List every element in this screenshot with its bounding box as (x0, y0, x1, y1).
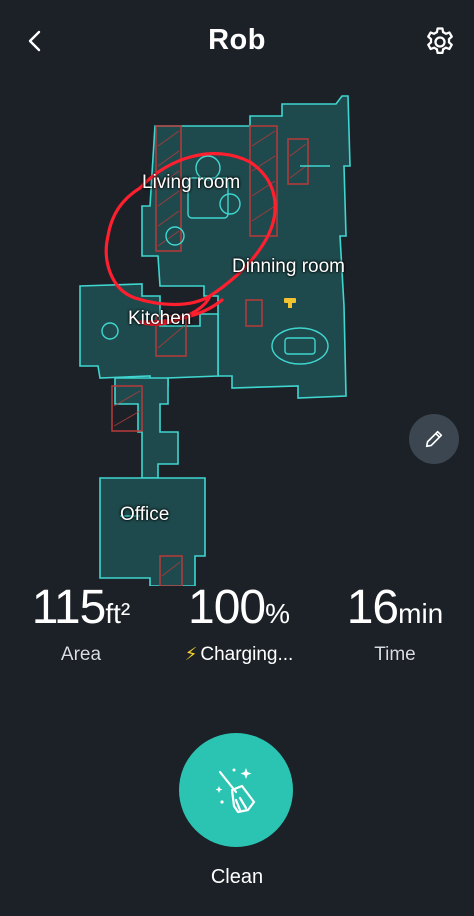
clean-button[interactable] (179, 733, 293, 847)
room-label-office[interactable]: Office (120, 504, 169, 526)
battery-value: 100 (188, 581, 266, 634)
time-label: Time (374, 644, 416, 665)
clean-label: Clean (210, 866, 264, 888)
room-label-dining-room[interactable]: Dinning room (232, 256, 345, 278)
floor-plan-drawing (79, 95, 351, 586)
broom-sparkle-icon (215, 768, 256, 814)
time-stat: 16min Time (330, 582, 460, 666)
gear-icon (427, 27, 453, 55)
area-label: Area (60, 644, 102, 665)
floor-map[interactable]: Living room Dinning room Kitchen Office (0, 86, 474, 586)
header: Rob (0, 0, 474, 86)
cleaning-stats: 115ft² Area 100% ⚡ Charging... 16min Time (0, 572, 474, 672)
battery-unit: % (265, 598, 290, 629)
area-stat: 115ft² Area (16, 582, 146, 666)
room-label-living-room[interactable]: Living room (142, 172, 240, 194)
time-value: 16 (346, 581, 399, 634)
battery-stat: 100% ⚡ Charging... (164, 582, 314, 666)
charging-status: Charging... (200, 644, 294, 665)
edit-map-button[interactable] (409, 414, 459, 464)
lightning-icon: ⚡ (184, 644, 198, 664)
page-title: Rob (208, 24, 266, 56)
area-unit: ft² (105, 598, 131, 629)
time-unit: min (398, 598, 444, 629)
area-value: 115 (31, 581, 107, 634)
settings-button[interactable] (420, 22, 460, 62)
pencil-icon (425, 430, 443, 448)
room-label-kitchen[interactable]: Kitchen (128, 308, 191, 330)
